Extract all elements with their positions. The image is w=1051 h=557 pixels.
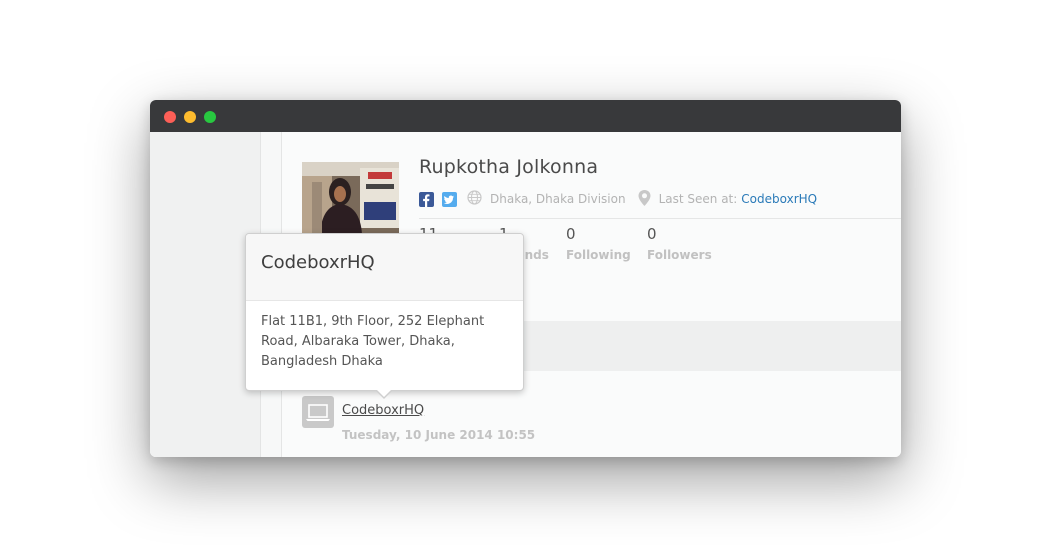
stat-followers[interactable]: 0 Followers: [647, 225, 712, 264]
device-time: Tuesday, 10 June 2014 10:55: [342, 428, 536, 442]
location-popover: CodeboxrHQ Flat 11B1, 9th Floor, 252 Ele…: [245, 233, 524, 399]
stat-value: 0: [566, 225, 576, 243]
profile-divider: [419, 218, 901, 219]
profile-meta: Dhaka, Dhaka Division Last Seen at: Code…: [419, 189, 817, 209]
popover-title: CodeboxrHQ: [261, 252, 375, 273]
stat-following[interactable]: 0 Following: [566, 225, 631, 264]
last-seen-label: Last Seen at:: [658, 192, 738, 206]
facebook-icon[interactable]: [419, 191, 434, 207]
minimize-window-button[interactable]: [184, 111, 196, 123]
popover-arrow-fill: [376, 389, 392, 397]
device-link[interactable]: CodeboxrHQ: [342, 403, 424, 418]
laptop-icon: [302, 396, 334, 428]
avatar[interactable]: [302, 162, 399, 234]
last-seen-link[interactable]: CodeboxrHQ: [741, 192, 817, 206]
location-text: Dhaka, Dhaka Division: [490, 192, 626, 206]
twitter-icon[interactable]: [442, 191, 457, 207]
stat-value: 0: [647, 225, 657, 243]
globe-icon: [467, 190, 482, 208]
profile-name: Rupkotha Jolkonna: [419, 156, 599, 178]
map-pin-icon: [638, 189, 651, 209]
title-bar: [150, 100, 901, 132]
stat-label: Followers: [647, 248, 712, 262]
close-window-button[interactable]: [164, 111, 176, 123]
popover-address: Flat 11B1, 9th Floor, 252 Elephant Road,…: [261, 314, 485, 369]
stat-label: Following: [566, 248, 631, 262]
zoom-window-button[interactable]: [204, 111, 216, 123]
